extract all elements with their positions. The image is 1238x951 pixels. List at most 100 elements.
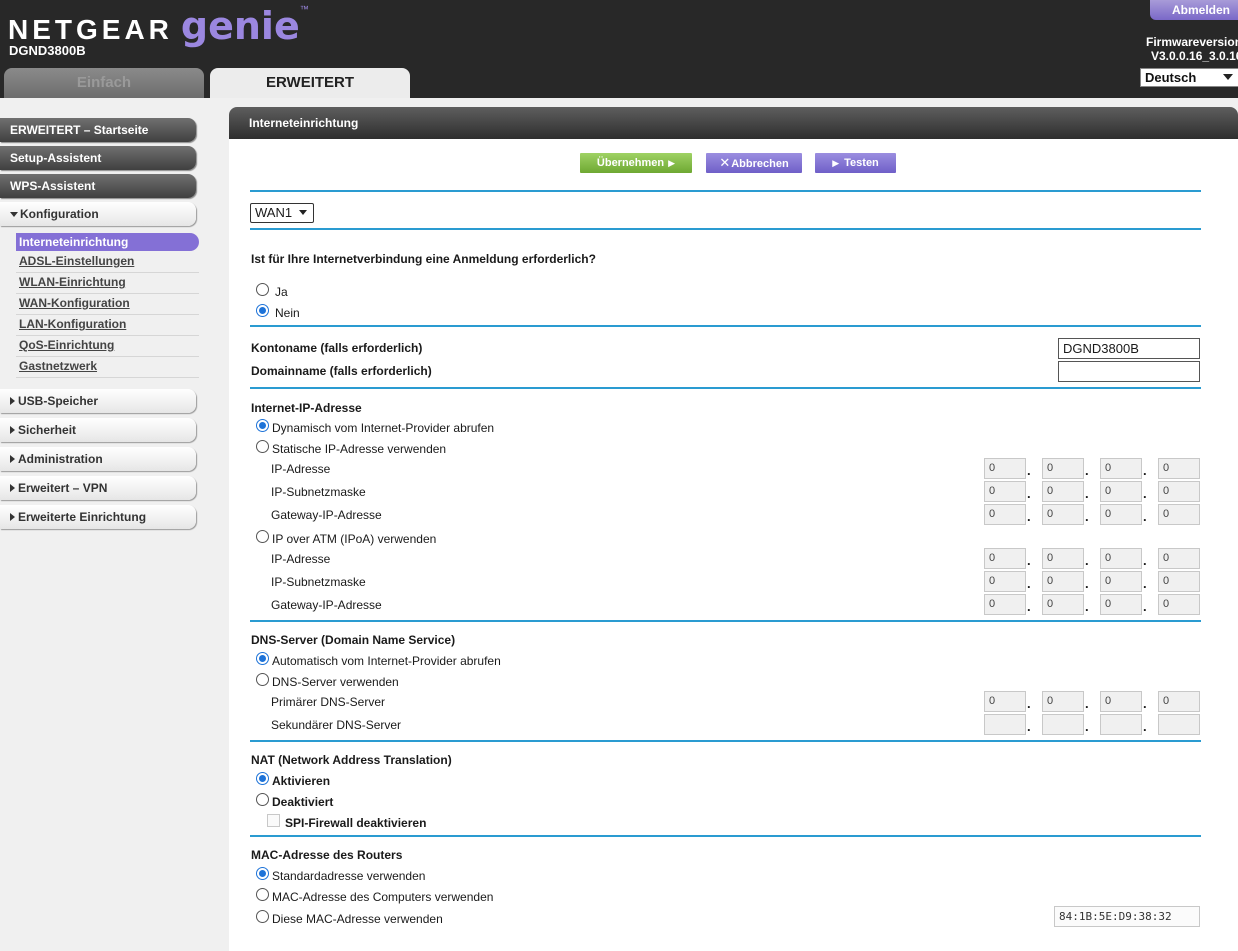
ip-octet-input[interactable]: 0	[1158, 594, 1200, 615]
ip-octet-input[interactable]	[984, 714, 1026, 735]
internet-ip-heading: Internet-IP-Adresse	[251, 401, 362, 415]
dns-heading: DNS-Server (Domain Name Service)	[251, 633, 456, 647]
logout-button[interactable]: Abmelden	[1150, 0, 1238, 20]
ip-static-radio[interactable]	[256, 440, 269, 453]
nat-disable-label: Deaktiviert	[272, 795, 334, 809]
ip-octet-input[interactable]: 0	[1158, 504, 1200, 525]
ip-octet-input[interactable]: 0	[1158, 458, 1200, 479]
ip-octet-input[interactable]: 0	[1100, 548, 1142, 569]
language-value: Deutsch	[1145, 70, 1197, 85]
ip-dot: .	[1143, 553, 1147, 568]
sidebar-item-advanced-home[interactable]: ERWEITERT – Startseite	[0, 118, 196, 142]
ip-dot: .	[1143, 599, 1147, 614]
ip-dot: .	[1027, 599, 1031, 614]
domain-name-label: Domainname (falls erforderlich)	[251, 364, 432, 378]
ip-octet-input[interactable]	[1042, 714, 1084, 735]
ip-octet-input[interactable]: 0	[1100, 691, 1142, 712]
wan-select[interactable]: WAN1	[250, 203, 314, 223]
page-title: Interneteinrichtung	[229, 107, 1238, 139]
nat-enable-label: Aktivieren	[272, 774, 331, 788]
tab-basic[interactable]: Einfach	[4, 68, 204, 98]
ip-octet-input[interactable]: 0	[1042, 691, 1084, 712]
sidebar-item-usb-storage[interactable]: USB-Speicher	[0, 389, 196, 413]
ip-dynamic-radio[interactable]	[256, 419, 269, 432]
ip-octet-input[interactable]: 0	[1100, 458, 1142, 479]
sidebar-subitem-adsl-settings[interactable]: ADSL-Einstellungen	[16, 252, 199, 273]
ip-octet-input[interactable]: 0	[984, 548, 1026, 569]
ip-octet-input[interactable]: 0	[984, 691, 1026, 712]
dns-auto-radio[interactable]	[256, 652, 269, 665]
sidebar-subitem-wan-config[interactable]: WAN-Konfiguration	[16, 294, 199, 315]
divider	[250, 190, 1201, 192]
ip-octet-input[interactable]: 0	[1158, 481, 1200, 502]
ip-octet-input[interactable]: 0	[1100, 594, 1142, 615]
apply-button[interactable]: Übernehmen ▶	[580, 153, 692, 173]
sidebar-item-administration[interactable]: Administration	[0, 447, 196, 471]
ip-octet-input[interactable]: 0	[1042, 594, 1084, 615]
ipoa-subnet-label: IP-Subnetzmaske	[271, 575, 366, 589]
apply-label: Übernehmen	[596, 157, 665, 169]
language-select[interactable]: Deutsch	[1140, 68, 1238, 87]
ip-octet-input[interactable]: 0	[1042, 458, 1084, 479]
ip-octet-input[interactable]: 0	[1100, 481, 1142, 502]
mac-address-field[interactable]: 84:1B:5E:D9:38:32	[1054, 906, 1200, 927]
ip-ipoa-radio[interactable]	[256, 530, 269, 543]
cancel-button[interactable]: ✕Abbrechen	[706, 153, 802, 173]
ip-octet-input[interactable]: 0	[984, 481, 1026, 502]
ip-dot: .	[1085, 463, 1089, 478]
top-header: NETGEAR genie™ DGND3800B Abmelden Firmwar…	[0, 0, 1238, 98]
ip-octet-input[interactable]	[1100, 714, 1142, 735]
sidebar-item-advanced-vpn[interactable]: Erweitert – VPN	[0, 476, 196, 500]
login-yes-radio[interactable]	[256, 283, 269, 296]
account-name-field[interactable]: DGND3800B	[1058, 338, 1200, 359]
collapsed-arrow-icon	[10, 455, 15, 463]
ip-octet-input[interactable]: 0	[1042, 571, 1084, 592]
mac-computer-label: MAC-Adresse des Computers verwenden	[272, 890, 494, 904]
sidebar-item-setup-wizard[interactable]: Setup-Assistent	[0, 146, 196, 170]
mac-default-label: Standardadresse verwenden	[272, 869, 426, 883]
mac-computer-radio[interactable]	[256, 888, 269, 901]
static-subnet-label: IP-Subnetzmaske	[271, 485, 366, 499]
collapsed-arrow-icon	[10, 484, 15, 492]
spi-firewall-checkbox[interactable]	[267, 814, 280, 827]
ip-octet-input[interactable]: 0	[1042, 548, 1084, 569]
sidebar-item-advanced-setup[interactable]: Erweiterte Einrichtung	[0, 505, 196, 529]
nat-enable-radio[interactable]	[256, 772, 269, 785]
ip-dot: .	[1143, 486, 1147, 501]
mac-default-radio[interactable]	[256, 867, 269, 880]
login-yes-label: Ja	[275, 285, 288, 299]
ip-octet-input[interactable]	[1158, 714, 1200, 735]
sidebar-subitem-wlan-setup[interactable]: WLAN-Einrichtung	[16, 273, 199, 294]
ip-octet-input[interactable]: 0	[1158, 548, 1200, 569]
login-no-radio[interactable]	[256, 304, 269, 317]
collapsed-arrow-icon	[10, 426, 15, 434]
sidebar-item-configuration[interactable]: Konfiguration	[0, 202, 196, 226]
ip-octet-input[interactable]: 0	[1100, 504, 1142, 525]
sidebar-item-wps-wizard[interactable]: WPS-Assistent	[0, 174, 196, 198]
ip-octet-input[interactable]: 0	[1158, 691, 1200, 712]
ip-dot: .	[1027, 553, 1031, 568]
ip-octet-input[interactable]: 0	[984, 571, 1026, 592]
sidebar-item-security[interactable]: Sicherheit	[0, 418, 196, 442]
ip-dot: .	[1085, 696, 1089, 711]
sidebar-subitem-qos-setup[interactable]: QoS-Einrichtung	[16, 336, 199, 357]
test-button[interactable]: ▶ Testen	[815, 153, 896, 173]
ip-octet-input[interactable]: 0	[1042, 481, 1084, 502]
mac-custom-radio[interactable]	[256, 910, 269, 923]
nat-disable-radio[interactable]	[256, 793, 269, 806]
login-no-label: Nein	[275, 306, 300, 320]
ip-octet-input[interactable]: 0	[984, 458, 1026, 479]
sidebar-subitem-lan-config[interactable]: LAN-Konfiguration	[16, 315, 199, 336]
ip-octet-input[interactable]: 0	[984, 594, 1026, 615]
sidebar-subitem-guest-network[interactable]: Gastnetzwerk	[16, 357, 199, 378]
ip-octet-input[interactable]: 0	[1158, 571, 1200, 592]
cancel-label: Abbrechen	[731, 158, 789, 170]
domain-name-field[interactable]	[1058, 361, 1200, 382]
sidebar-subitem-internet-setup[interactable]: Interneteinrichtung	[16, 233, 199, 251]
ip-octet-input[interactable]: 0	[1042, 504, 1084, 525]
dns-manual-radio[interactable]	[256, 673, 269, 686]
tab-advanced[interactable]: ERWEITERT	[210, 68, 410, 98]
nat-heading: NAT (Network Address Translation)	[251, 753, 452, 767]
ip-octet-input[interactable]: 0	[984, 504, 1026, 525]
ip-octet-input[interactable]: 0	[1100, 571, 1142, 592]
